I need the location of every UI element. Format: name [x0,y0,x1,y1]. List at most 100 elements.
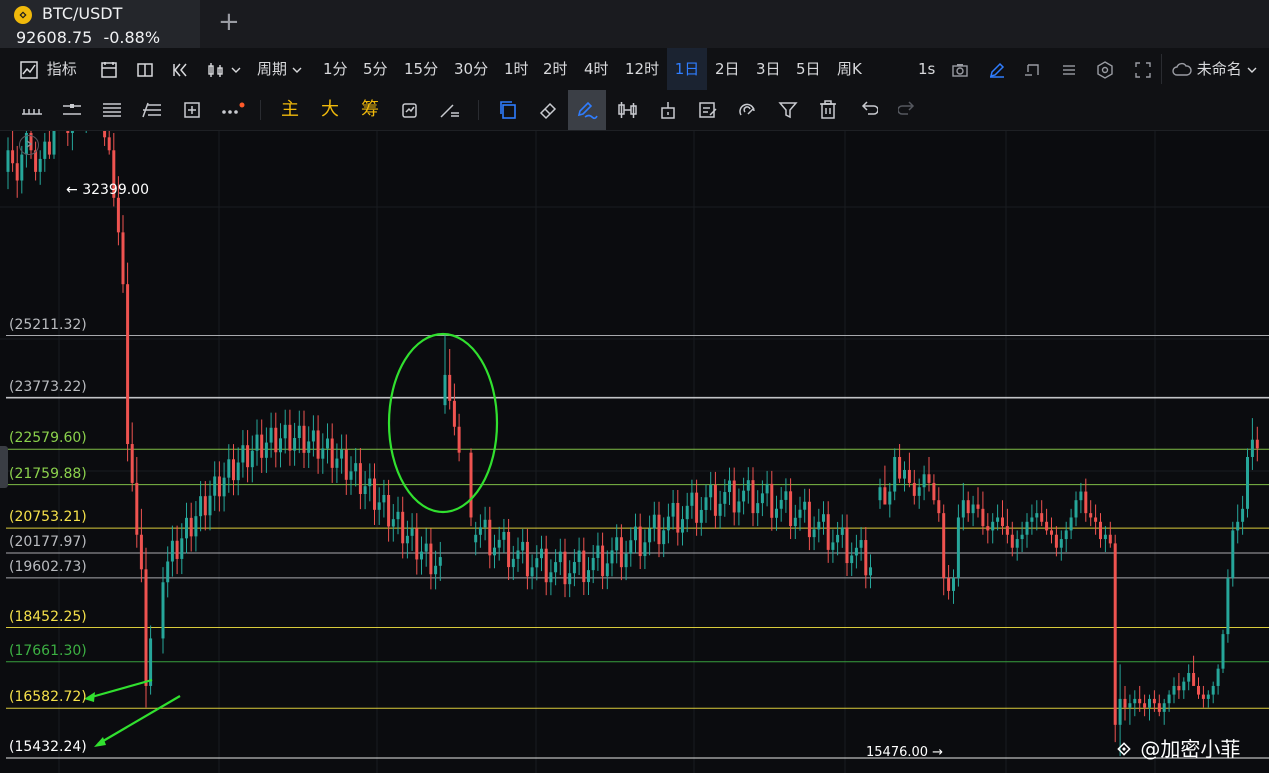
candle[interactable] [793,504,797,540]
candle[interactable] [525,528,529,590]
candle[interactable] [986,513,990,544]
candle[interactable] [615,524,619,564]
candle[interactable] [718,490,722,529]
candle[interactable] [47,131,51,159]
candle[interactable] [321,433,325,474]
candle[interactable] [15,145,19,198]
candle[interactable] [377,487,381,525]
candle[interactable] [349,456,353,495]
magnet-tool[interactable] [614,90,642,130]
candle[interactable] [274,412,278,468]
candle[interactable] [888,482,892,518]
candle[interactable] [690,479,694,519]
candle[interactable] [1201,685,1205,708]
candle[interactable] [619,524,623,581]
candle[interactable] [1074,491,1078,527]
side-panel-handle[interactable] [0,446,8,488]
candle[interactable] [311,415,315,457]
candle[interactable] [70,131,74,151]
candle[interactable] [387,479,391,542]
candle[interactable] [1148,694,1151,721]
interval-4h[interactable]: 4时 [584,48,609,90]
candle[interactable] [1064,521,1068,553]
candle[interactable] [765,470,769,507]
candle[interactable] [582,537,586,596]
candle[interactable] [549,559,553,596]
candle[interactable] [657,501,661,558]
candle[interactable] [1045,508,1049,535]
candle[interactable] [540,535,543,572]
candle[interactable] [1143,694,1147,717]
candle[interactable] [293,422,297,466]
candle[interactable] [610,537,614,577]
interval-12h[interactable]: 12时 [625,48,659,90]
candle[interactable] [170,525,174,577]
candle[interactable] [1226,569,1230,643]
candle[interactable] [709,471,713,511]
candle[interactable] [666,503,670,544]
candle[interactable] [1162,698,1166,725]
fullscreen-button[interactable] [1134,48,1152,90]
candle[interactable] [448,348,452,410]
candle[interactable] [130,422,134,492]
candle[interactable] [483,506,487,541]
candle[interactable] [260,419,264,473]
candle[interactable] [961,482,965,531]
candle[interactable] [789,478,793,540]
price-chart[interactable]: ← 32399.00 15476.00 → (25211.32) (23773.2… [0,131,1269,773]
candle[interactable] [976,487,980,518]
chart-type-dropdown[interactable] [206,48,241,90]
candle[interactable] [452,383,456,436]
candle[interactable] [175,525,179,575]
object-tree-button[interactable] [1024,48,1042,90]
candle[interactable] [779,486,783,522]
candle[interactable] [1133,690,1137,717]
candle[interactable] [746,467,750,504]
candle[interactable] [836,521,840,556]
replay-button[interactable] [172,48,190,90]
candle[interactable] [850,542,854,577]
candle[interactable] [208,480,212,531]
candle[interactable] [401,496,405,559]
interval-2h[interactable]: 2时 [543,48,568,90]
candle[interactable] [1216,664,1220,695]
candle[interactable] [429,528,433,590]
candle[interactable] [326,423,329,464]
settings-list-button[interactable] [1060,48,1078,90]
candle[interactable] [246,430,250,483]
continuous-draw-tool[interactable] [568,90,606,130]
more-tools-button[interactable] [218,90,246,130]
candle[interactable] [1040,500,1044,527]
candle[interactable] [302,410,306,468]
candle[interactable] [250,435,254,483]
candle[interactable] [255,419,259,466]
candle[interactable] [316,415,320,474]
candle[interactable] [596,532,600,571]
interval-1h[interactable]: 1时 [504,48,529,90]
candle[interactable] [488,506,492,569]
refresh-rate[interactable]: 1s [918,48,935,90]
candle[interactable] [952,569,955,604]
candle[interactable] [912,469,916,505]
copy-drawing-button[interactable] [494,90,522,130]
hide-drawings-button[interactable] [734,90,762,130]
candle[interactable] [685,492,689,533]
candle[interactable] [991,513,995,544]
candle[interactable] [415,513,419,575]
candle[interactable] [577,537,581,575]
candle[interactable] [1030,504,1034,535]
candle[interactable] [420,536,423,575]
candle[interactable] [1069,508,1073,540]
candle[interactable] [227,444,231,493]
candle[interactable] [373,463,376,525]
candle[interactable] [66,131,70,146]
trend-tool[interactable] [436,90,464,130]
candle[interactable] [1035,500,1039,531]
candle[interactable] [1113,534,1117,743]
cloud-layout-dropdown[interactable]: 未命名 [1172,48,1257,90]
candle[interactable] [1206,690,1210,708]
candle[interactable] [199,481,203,532]
screenshot-button[interactable] [951,48,969,90]
candle[interactable] [1128,694,1132,725]
candle[interactable] [478,514,482,548]
